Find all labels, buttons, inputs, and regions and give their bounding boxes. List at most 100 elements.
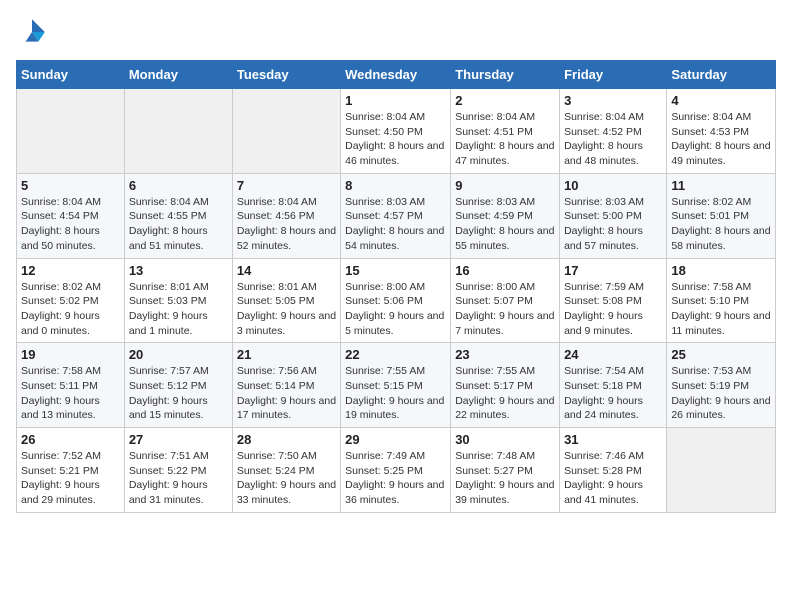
day-number: 30 [455, 432, 555, 447]
day-info: Sunrise: 8:02 AMSunset: 5:02 PMDaylight:… [21, 280, 120, 339]
day-number: 2 [455, 93, 555, 108]
calendar-cell: 15Sunrise: 8:00 AMSunset: 5:06 PMDayligh… [341, 258, 451, 343]
weekday-header-saturday: Saturday [667, 61, 776, 89]
calendar-cell: 6 Sunrise: 8:04 AMSunset: 4:55 PMDaylight… [124, 173, 232, 258]
calendar-cell: 3 Sunrise: 8:04 AMSunset: 4:52 PMDaylight… [560, 89, 667, 174]
calendar-cell [232, 89, 340, 174]
calendar-cell [17, 89, 125, 174]
day-info: Sunrise: 7:55 AMSunset: 5:17 PMDaylight:… [455, 364, 555, 423]
weekday-header-sunday: Sunday [17, 61, 125, 89]
day-number: 8 [345, 178, 446, 193]
calendar-cell: 27 Sunrise: 7:51 AMSunset: 5:22 PMDayligh… [124, 428, 232, 513]
calendar-cell: 16 Sunrise: 8:00 AMSunset: 5:07 PMDayligh… [451, 258, 560, 343]
day-number: 7 [237, 178, 336, 193]
day-number: 24 [564, 347, 662, 362]
calendar-cell: 8 Sunrise: 8:03 AMSunset: 4:57 PMDaylight… [341, 173, 451, 258]
day-number: 31 [564, 432, 662, 447]
day-number: 28 [237, 432, 336, 447]
weekday-header-monday: Monday [124, 61, 232, 89]
calendar-cell: 23 Sunrise: 7:55 AMSunset: 5:17 PMDayligh… [451, 343, 560, 428]
day-info: Sunrise: 8:00 AMSunset: 5:07 PMDaylight:… [455, 280, 555, 339]
calendar-cell: 1 Sunrise: 8:04 AMSunset: 4:50 PMDaylight… [341, 89, 451, 174]
day-number: 26 [21, 432, 120, 447]
day-number: 3 [564, 93, 662, 108]
day-info: Sunrise: 7:52 AMSunset: 5:21 PMDaylight:… [21, 449, 120, 508]
calendar-cell: 18 Sunrise: 7:58 AMSunset: 5:10 PMDayligh… [667, 258, 776, 343]
day-info: Sunrise: 8:03 AMSunset: 4:59 PMDaylight:… [455, 195, 555, 254]
day-info: Sunrise: 7:54 AMSunset: 5:18 PMDaylight:… [564, 364, 662, 423]
calendar-cell: 21 Sunrise: 7:56 AMSunset: 5:14 PMDayligh… [232, 343, 340, 428]
calendar-cell: 10 Sunrise: 8:03 AMSunset: 5:00 PMDayligh… [560, 173, 667, 258]
logo-icon [16, 16, 48, 48]
day-number: 1 [345, 93, 446, 108]
logo [16, 16, 52, 48]
day-number: 20 [129, 347, 228, 362]
day-info: Sunrise: 8:04 AMSunset: 4:52 PMDaylight:… [564, 110, 662, 169]
calendar-cell: 7 Sunrise: 8:04 AMSunset: 4:56 PMDaylight… [232, 173, 340, 258]
day-info: Sunrise: 7:58 AMSunset: 5:10 PMDaylight:… [671, 280, 771, 339]
calendar-cell: 19Sunrise: 7:58 AMSunset: 5:11 PMDayligh… [17, 343, 125, 428]
day-number: 19 [21, 347, 120, 362]
calendar-table: SundayMondayTuesdayWednesdayThursdayFrid… [16, 60, 776, 513]
calendar-cell: 13 Sunrise: 8:01 AMSunset: 5:03 PMDayligh… [124, 258, 232, 343]
calendar-cell: 25Sunrise: 7:53 AMSunset: 5:19 PMDayligh… [667, 343, 776, 428]
calendar-cell: 2 Sunrise: 8:04 AMSunset: 4:51 PMDaylight… [451, 89, 560, 174]
calendar-cell: 31Sunrise: 7:46 AMSunset: 5:28 PMDayligh… [560, 428, 667, 513]
day-info: Sunrise: 8:04 AMSunset: 4:55 PMDaylight:… [129, 195, 228, 254]
calendar-cell [124, 89, 232, 174]
day-info: Sunrise: 8:04 AMSunset: 4:56 PMDaylight:… [237, 195, 336, 254]
weekday-header-thursday: Thursday [451, 61, 560, 89]
day-info: Sunrise: 7:56 AMSunset: 5:14 PMDaylight:… [237, 364, 336, 423]
day-number: 11 [671, 178, 771, 193]
calendar-cell: 29 Sunrise: 7:49 AMSunset: 5:25 PMDayligh… [341, 428, 451, 513]
day-info: Sunrise: 8:04 AMSunset: 4:53 PMDaylight:… [671, 110, 771, 169]
day-info: Sunrise: 7:55 AMSunset: 5:15 PMDaylight:… [345, 364, 446, 423]
day-number: 10 [564, 178, 662, 193]
calendar-cell: 28 Sunrise: 7:50 AMSunset: 5:24 PMDayligh… [232, 428, 340, 513]
day-number: 12 [21, 263, 120, 278]
day-number: 27 [129, 432, 228, 447]
day-info: Sunrise: 8:00 AMSunset: 5:06 PMDaylight:… [345, 280, 446, 339]
day-info: Sunrise: 8:04 AMSunset: 4:54 PMDaylight:… [21, 195, 120, 254]
day-number: 29 [345, 432, 446, 447]
calendar-cell: 9 Sunrise: 8:03 AMSunset: 4:59 PMDaylight… [451, 173, 560, 258]
day-info: Sunrise: 7:49 AMSunset: 5:25 PMDaylight:… [345, 449, 446, 508]
day-info: Sunrise: 8:04 AMSunset: 4:51 PMDaylight:… [455, 110, 555, 169]
calendar-cell: 11 Sunrise: 8:02 AMSunset: 5:01 PMDayligh… [667, 173, 776, 258]
day-info: Sunrise: 8:03 AMSunset: 4:57 PMDaylight:… [345, 195, 446, 254]
calendar-cell: 24 Sunrise: 7:54 AMSunset: 5:18 PMDayligh… [560, 343, 667, 428]
weekday-header-friday: Friday [560, 61, 667, 89]
calendar-cell: 5 Sunrise: 8:04 AMSunset: 4:54 PMDaylight… [17, 173, 125, 258]
day-number: 21 [237, 347, 336, 362]
day-info: Sunrise: 7:59 AMSunset: 5:08 PMDaylight:… [564, 280, 662, 339]
weekday-header-wednesday: Wednesday [341, 61, 451, 89]
day-info: Sunrise: 7:48 AMSunset: 5:27 PMDaylight:… [455, 449, 555, 508]
day-number: 9 [455, 178, 555, 193]
calendar-cell [667, 428, 776, 513]
calendar-cell: 12 Sunrise: 8:02 AMSunset: 5:02 PMDayligh… [17, 258, 125, 343]
day-info: Sunrise: 8:03 AMSunset: 5:00 PMDaylight:… [564, 195, 662, 254]
day-number: 16 [455, 263, 555, 278]
day-info: Sunrise: 7:50 AMSunset: 5:24 PMDaylight:… [237, 449, 336, 508]
day-info: Sunrise: 7:57 AMSunset: 5:12 PMDaylight:… [129, 364, 228, 423]
day-info: Sunrise: 8:04 AMSunset: 4:50 PMDaylight:… [345, 110, 446, 169]
day-number: 6 [129, 178, 228, 193]
day-number: 13 [129, 263, 228, 278]
calendar-cell: 20 Sunrise: 7:57 AMSunset: 5:12 PMDayligh… [124, 343, 232, 428]
day-number: 17 [564, 263, 662, 278]
day-number: 22 [345, 347, 446, 362]
weekday-header-tuesday: Tuesday [232, 61, 340, 89]
day-info: Sunrise: 7:51 AMSunset: 5:22 PMDaylight:… [129, 449, 228, 508]
page-header [16, 16, 776, 48]
day-number: 4 [671, 93, 771, 108]
day-number: 18 [671, 263, 771, 278]
day-info: Sunrise: 8:01 AMSunset: 5:03 PMDaylight:… [129, 280, 228, 339]
calendar-cell: 14Sunrise: 8:01 AMSunset: 5:05 PMDayligh… [232, 258, 340, 343]
day-number: 25 [671, 347, 771, 362]
calendar-cell: 4 Sunrise: 8:04 AMSunset: 4:53 PMDaylight… [667, 89, 776, 174]
calendar-cell: 30 Sunrise: 7:48 AMSunset: 5:27 PMDayligh… [451, 428, 560, 513]
calendar-cell: 22 Sunrise: 7:55 AMSunset: 5:15 PMDayligh… [341, 343, 451, 428]
day-info: Sunrise: 8:02 AMSunset: 5:01 PMDaylight:… [671, 195, 771, 254]
day-number: 5 [21, 178, 120, 193]
day-number: 23 [455, 347, 555, 362]
